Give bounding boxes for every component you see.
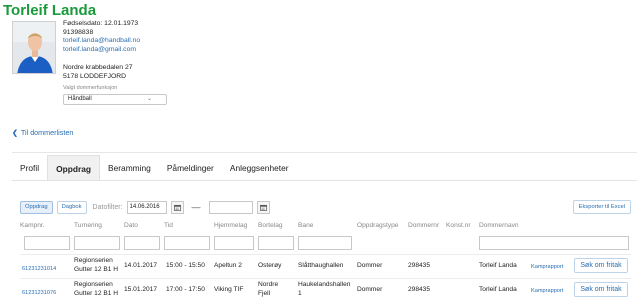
column-header-hjemmelag[interactable]: Hjemmelag <box>214 222 247 229</box>
turnering-line-1: Regionserien <box>74 281 113 288</box>
sok-om-fritak-button[interactable]: Søk om fritak <box>574 258 628 273</box>
function-label: Valgt dommerfunksjon <box>63 84 118 91</box>
tab-oppdrag[interactable]: Oppdrag <box>47 155 100 180</box>
filter-bortelag-input[interactable] <box>258 236 294 250</box>
filter-dato-input[interactable] <box>124 236 160 250</box>
chevron-down-icon: ⌄ <box>146 96 152 103</box>
tab-bar: Profil Oppdrag Beramming Påmeldinger Anl… <box>12 155 637 181</box>
bortelag-cell: Osterøy <box>258 262 282 269</box>
tab-pameldinger[interactable]: Påmeldinger <box>159 155 222 180</box>
dato-cell: 14.01.2017 <box>124 262 158 269</box>
filter-dommernavn-input[interactable] <box>479 236 629 250</box>
sok-om-fritak-button[interactable]: Søk om fritak <box>574 282 628 297</box>
calendar-icon <box>173 204 181 211</box>
date-to-input[interactable] <box>208 200 253 214</box>
email-link-1[interactable]: torleif.landa@handball.no <box>63 37 167 46</box>
hjemmelag-cell: Apeltun 2 <box>214 262 242 269</box>
filter-toolbar: Oppdrag Dagbok Datofilter: 14.06.2016 — <box>20 200 270 214</box>
filter-turnering-input[interactable] <box>74 236 120 250</box>
calendar-to-button[interactable] <box>256 200 270 214</box>
turnering-line-1: Regionserien <box>74 257 113 264</box>
back-to-list-link[interactable]: ❮ Til dommerlisten <box>12 128 73 137</box>
filter-kampnr-input[interactable] <box>24 236 70 250</box>
date-from-input[interactable]: 14.06.2016 <box>126 200 167 214</box>
address-line-2: 5178 LODDEFJORD <box>63 72 127 80</box>
bortelag-line-2: Fjell <box>258 290 271 297</box>
export-excel-button[interactable]: Eksporter til Excel <box>572 200 631 214</box>
kamprapport-link[interactable]: Kamprapport <box>531 263 563 271</box>
column-header-konstnr[interactable]: Konst.nr <box>446 222 471 229</box>
bane-line-2: 1 <box>298 290 302 297</box>
dommernr-cell: 298435 <box>408 286 431 293</box>
phone: 91398838 <box>63 28 94 36</box>
row-divider <box>20 278 631 279</box>
kampnr-link[interactable]: 61231231076 <box>22 289 56 297</box>
back-link-label: Til dommerlisten <box>20 128 74 137</box>
tab-beramming[interactable]: Beramming <box>100 155 159 180</box>
avatar <box>12 21 56 74</box>
filter-tid-input[interactable] <box>164 236 210 250</box>
bane-cell: Slåtthaughallen <box>298 262 344 269</box>
calendar-from-button[interactable] <box>170 200 184 214</box>
person-info: Fødselsdato: 12.01.1973 91398838 torleif… <box>63 20 167 106</box>
birthdate: Fødselsdato: 12.01.1973 <box>63 20 139 27</box>
column-header-dommernr[interactable]: Dommernr <box>408 222 439 229</box>
calendar-icon <box>259 204 267 211</box>
turnering-line-2: Gutter 12 B1 H <box>74 290 118 297</box>
dommernavn-cell: Torleif Landa <box>479 262 517 269</box>
dato-cell: 15.01.2017 <box>124 286 158 293</box>
tab-anleggsenheter[interactable]: Anleggsenheter <box>222 155 297 180</box>
range-dash: — <box>191 202 201 212</box>
column-header-oppdragstype[interactable]: Oppdragstype <box>357 222 398 229</box>
filter-bane-input[interactable] <box>298 236 352 250</box>
bortelag-line-1: Nordre <box>258 281 279 288</box>
column-header-bane[interactable]: Bane <box>298 222 313 229</box>
column-header-bortelag[interactable]: Bortelag <box>258 222 283 229</box>
kamprapport-link[interactable]: Kamprapport <box>531 287 563 295</box>
column-header-tid[interactable]: Tid <box>164 222 173 229</box>
column-header-kampnr[interactable]: Kampnr. <box>20 222 45 229</box>
oppdrag-view-button[interactable]: Oppdrag <box>20 200 53 214</box>
divider <box>12 152 637 153</box>
tid-cell: 17:00 - 17:50 <box>166 286 205 293</box>
hjemmelag-cell: Viking TIF <box>214 286 244 293</box>
column-header-dato[interactable]: Dato <box>124 222 138 229</box>
dagbok-view-button[interactable]: Dagbok <box>56 200 87 214</box>
datofilter-label: Datofilter: <box>92 203 123 211</box>
column-header-turnering[interactable]: Turnering <box>74 222 102 229</box>
oppdragstype-cell: Dommer <box>357 262 383 269</box>
column-header-dommernavn[interactable]: Dommernavn <box>479 222 519 229</box>
kampnr-link[interactable]: 61231231014 <box>22 265 56 273</box>
row-divider <box>20 254 631 255</box>
address-line-1: Nordre krabbedalen 27 <box>63 64 133 72</box>
turnering-line-2: Gutter 12 B1 H <box>74 266 118 273</box>
tid-cell: 15:00 - 15:50 <box>166 262 205 269</box>
tab-profil[interactable]: Profil <box>12 155 47 180</box>
function-select[interactable]: Håndball ⌄ <box>63 94 167 106</box>
function-select-value: Håndball <box>68 96 92 103</box>
person-name: Torleif Landa <box>3 2 97 19</box>
oppdragstype-cell: Dommer <box>357 286 383 293</box>
avatar-photo <box>13 22 55 73</box>
dommernavn-cell: Torleif Landa <box>479 286 517 293</box>
bane-line-1: Haukelandshallen <box>298 281 351 288</box>
chevron-left-icon: ❮ <box>12 129 18 137</box>
email-link-2[interactable]: torleif.landa@gmail.com <box>63 46 167 55</box>
dommernr-cell: 298435 <box>408 262 431 269</box>
filter-hjemmelag-input[interactable] <box>214 236 254 250</box>
